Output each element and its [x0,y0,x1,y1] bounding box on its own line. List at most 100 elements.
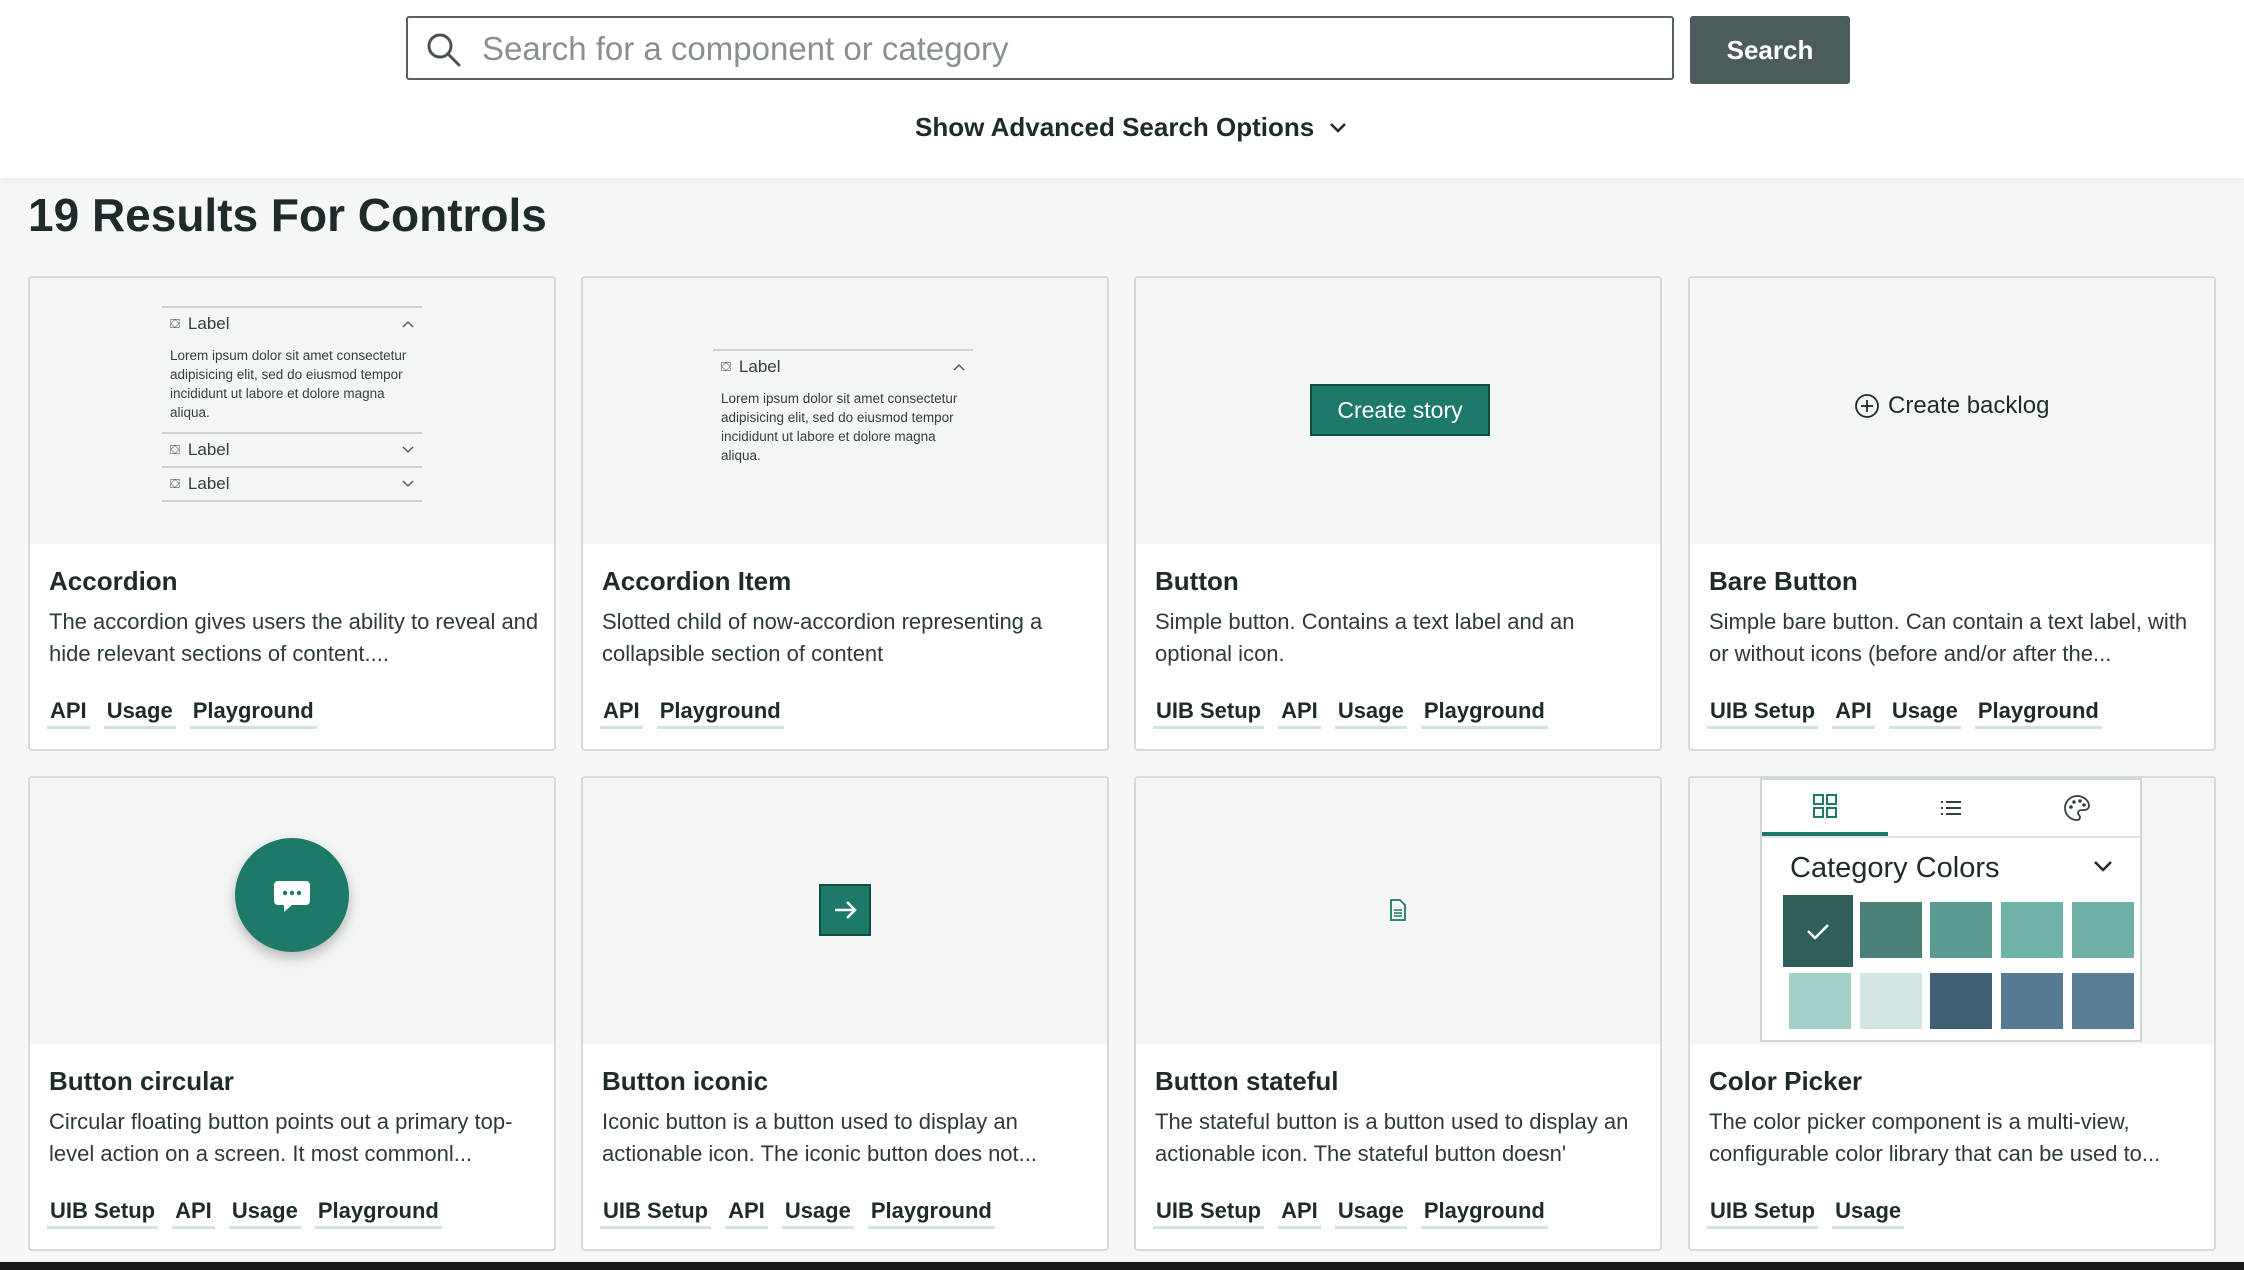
playground-link[interactable]: Playground [314,1198,442,1229]
uib-setup-link[interactable]: UIB Setup [1153,698,1265,729]
uib-setup-link[interactable]: UIB Setup [1707,698,1819,729]
playground-link[interactable]: Playground [1974,698,2102,729]
api-link[interactable]: API [1278,1198,1321,1229]
card-title[interactable]: Color Picker [1709,1066,1862,1097]
playground-link[interactable]: Playground [656,698,784,729]
playground-link[interactable]: Playground [189,698,317,729]
usage-link[interactable]: Usage [103,698,176,729]
card-links: UIB Setup Usage [1707,1198,1905,1229]
uib-setup-link[interactable]: UIB Setup [600,1198,712,1229]
uib-setup-link[interactable]: UIB Setup [1707,1198,1819,1229]
create-backlog-button[interactable]: Create backlog [1854,392,2049,420]
color-swatch[interactable] [1860,902,1922,958]
color-swatch[interactable] [1930,902,1992,958]
card-links: API Playground [600,698,784,729]
card-title[interactable]: Button circular [49,1066,234,1097]
accordion-item-header: ⛋ Label [162,306,422,340]
iconic-button[interactable] [819,884,871,936]
card-preview [583,778,1107,1044]
api-link[interactable]: API [172,1198,215,1229]
usage-link[interactable]: Usage [228,1198,301,1229]
tag-icon: ⛋ [170,476,180,491]
color-swatch[interactable] [1783,895,1853,967]
api-link[interactable]: API [1832,698,1875,729]
card-title[interactable]: Button iconic [602,1066,768,1097]
component-card-bare-button[interactable]: Create backlog Bare Button Simple bare b… [1688,276,2216,751]
card-preview [1136,778,1660,1044]
card-description: The color picker component is a multi-vi… [1709,1109,2161,1166]
card-links: UIB Setup API Usage Playground [600,1198,995,1229]
color-swatch[interactable] [1860,973,1922,1029]
chevron-up-icon [402,320,414,328]
playground-link[interactable]: Playground [867,1198,995,1229]
circular-chat-button[interactable] [235,838,349,952]
advanced-search-toggle[interactable]: Show Advanced Search Options [915,112,1348,143]
accordion-item-header: ⛋ Label [162,432,422,466]
usage-link[interactable]: Usage [781,1198,854,1229]
playground-link[interactable]: Playground [1420,698,1548,729]
card-links: UIB Setup API Usage Playground [1153,1198,1548,1229]
color-swatch[interactable] [1789,973,1851,1029]
card-links: UIB Setup API Usage Playground [47,1198,442,1229]
api-link[interactable]: API [47,698,90,729]
api-link[interactable]: API [600,698,643,729]
tag-icon: ⛋ [170,316,180,331]
color-swatch[interactable] [2072,973,2134,1029]
document-icon[interactable] [1388,898,1408,922]
component-card-color-picker[interactable]: Category Colors Color Picker The color p… [1688,776,2216,1251]
card-description: Circular floating button points out a pr… [49,1109,513,1166]
card-description: Slotted child of now-accordion represent… [602,609,1043,666]
component-card-accordion[interactable]: ⛋ Label Lorem ipsum dolor sit amet conse… [28,276,556,751]
tab-grid-view[interactable] [1762,780,1888,836]
usage-link[interactable]: Usage [1888,698,1961,729]
advanced-search-label: Show Advanced Search Options [915,112,1315,142]
card-title[interactable]: Accordion Item [602,566,791,597]
search-icon [427,33,461,67]
api-link[interactable]: API [725,1198,768,1229]
list-icon [1941,801,1961,815]
uib-setup-link[interactable]: UIB Setup [1153,1198,1265,1229]
api-link[interactable]: API [1278,698,1321,729]
results-title: 19 Results For Controls [28,189,547,241]
color-swatch[interactable] [2072,902,2134,958]
card-title[interactable]: Button stateful [1155,1066,1338,1097]
card-title[interactable]: Accordion [49,566,178,597]
color-swatch[interactable] [1930,973,1992,1029]
color-picker-preview: Category Colors [1760,778,2142,1042]
color-swatch[interactable] [2001,902,2063,958]
card-description: The accordion gives users the ability to… [49,609,539,666]
chat-bubble-icon [274,881,310,912]
card-title[interactable]: Bare Button [1709,566,1858,597]
accordion-item-label: Label [187,474,230,493]
playground-link[interactable]: Playground [1420,1198,1548,1229]
card-preview [30,778,554,1044]
component-card-button-iconic[interactable]: Button iconic Iconic button is a button … [581,776,1109,1251]
card-preview: Create story [1136,278,1660,544]
component-card-button-circular[interactable]: Button circular Circular floating button… [28,776,556,1251]
chevron-down-icon[interactable] [2092,858,2114,874]
usage-link[interactable]: Usage [1832,1198,1905,1229]
search-button[interactable]: Search [1690,16,1850,84]
card-preview: Category Colors [1690,778,2214,1044]
search-input[interactable] [480,26,1654,72]
usage-link[interactable]: Usage [1334,1198,1407,1229]
search-box[interactable] [406,16,1674,80]
usage-link[interactable]: Usage [1334,698,1407,729]
accordion-item-header: ⛋ Label [162,466,422,500]
card-description: Simple button. Contains a text label and… [1155,609,1575,666]
search-header: Search Show Advanced Search Options [0,0,2244,178]
component-card-button[interactable]: Create story Button Simple button. Conta… [1134,276,1662,751]
accordion-item-preview: ⛋ Label Lorem ipsum dolor sit amet conse… [713,349,973,475]
component-card-button-stateful[interactable]: Button stateful The stateful button is a… [1134,776,1662,1251]
color-swatch[interactable] [2001,973,2063,1029]
create-story-button[interactable]: Create story [1310,384,1490,436]
card-links: API Usage Playground [47,698,317,729]
grid-icon [1813,794,1837,818]
tag-icon: ⛋ [170,442,180,457]
accordion-item-body: Lorem ipsum dolor sit amet consectetur a… [721,391,958,463]
card-title[interactable]: Button [1155,566,1239,597]
tab-palette-view[interactable] [2014,780,2140,836]
tab-list-view[interactable] [1888,780,2014,836]
component-card-accordion-item[interactable]: ⛋ Label Lorem ipsum dolor sit amet conse… [581,276,1109,751]
uib-setup-link[interactable]: UIB Setup [47,1198,159,1229]
